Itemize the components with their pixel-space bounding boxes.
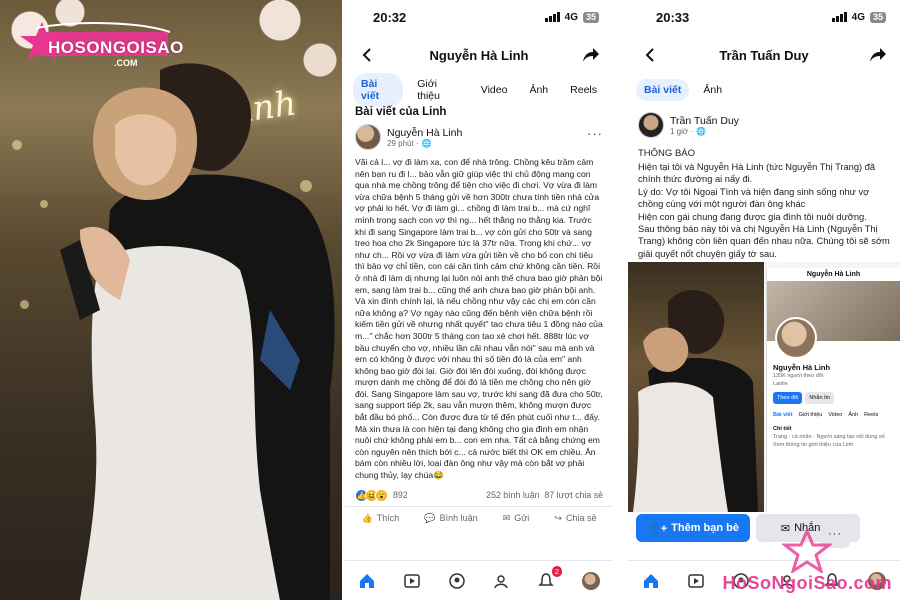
section-heading: Bài viết của Linh — [355, 106, 447, 118]
groups-icon[interactable] — [448, 572, 466, 590]
tab-posts[interactable]: Bài viết — [636, 79, 690, 101]
status-time: 20:33 — [656, 9, 690, 25]
post-author[interactable]: Trần Tuấn Duy — [670, 115, 739, 127]
star-logo-icon — [782, 529, 833, 573]
profile-header: Trần Tuấn Duy — [628, 34, 900, 76]
post-body: Vãi cả l... vợ đi làm xa, con để nhà trô… — [355, 157, 606, 481]
notifications-icon[interactable]: 2 — [537, 565, 562, 590]
wedding-photo: Anh HOSONGOISAO .COM — [0, 0, 342, 600]
reaction-bar: 👍 😆 😮 892 252 bình luận 87 lượt chia sẻ — [345, 485, 613, 506]
share-button[interactable]: ↪ Chia sẻ — [554, 513, 596, 524]
notification-badge: 2 — [551, 565, 562, 577]
globe-icon: 🌐 — [421, 138, 432, 148]
tab-video[interactable]: Video — [473, 79, 516, 101]
post-author[interactable]: Nguyễn Hà Linh — [387, 127, 462, 139]
home-icon[interactable] — [642, 572, 660, 590]
share-icon[interactable] — [868, 45, 888, 65]
wow-reaction-icon: 😮 — [375, 488, 388, 502]
home-icon[interactable] — [358, 572, 376, 590]
share-arrow-icon: ↪ — [554, 512, 562, 523]
comment-button[interactable]: 💬 Bình luận — [424, 513, 477, 524]
back-arrow-icon[interactable] — [357, 45, 377, 65]
post-image-collage[interactable]: Nguyễn Hà Linh Nguyễn Hà Linh 135K người… — [628, 262, 900, 512]
notice-heading: THÔNG BÁO — [638, 148, 696, 159]
bottom-navigation: 2 — [345, 560, 613, 600]
thumbs-up-icon: 👍 — [361, 512, 373, 523]
screenshot-title: Nguyễn Hà Linh — [806, 271, 861, 278]
tab-posts[interactable]: Bài viết — [353, 73, 404, 107]
battery-icon: 35 — [869, 11, 886, 23]
brand-logo: HOSONGOISAO .COM — [20, 18, 183, 76]
add-friend-icon: 👤+ — [647, 522, 668, 535]
post-header: Nguyễn Hà Linh 29 phút · 🌐 ··· — [345, 120, 613, 154]
screenshot-tabs: Bài viết Giới thiệu Video Ảnh Reels — [773, 412, 879, 418]
marketplace-icon[interactable] — [492, 572, 510, 590]
post-time: 29 phút · — [387, 138, 419, 148]
profile-tabs: Bài viết Ảnh — [628, 76, 900, 104]
watermark-text: HoSoNgoiSao.com — [722, 573, 892, 593]
signal-icon — [544, 12, 560, 22]
post-header: Trần Tuấn Duy 1 giờ · 🌐 — [628, 108, 900, 142]
reaction-count: 892 — [393, 490, 408, 501]
phone-screen-nguyen-ha-linh: 20:32 4G 35 Nguyễn Hà Linh Bài viết Giới… — [345, 0, 613, 600]
avatar[interactable] — [355, 124, 381, 150]
comment-icon: 💬 — [424, 512, 436, 523]
signal-icon — [831, 12, 847, 22]
screenshot-followers: 135K người theo dõi — [773, 373, 824, 379]
globe-icon: 🌐 — [696, 126, 706, 136]
screenshot-follow-button: Theo dõi — [773, 392, 803, 404]
tab-about[interactable]: Giới thiệu — [409, 73, 467, 107]
profile-title: Nguyễn Hà Linh — [429, 47, 529, 63]
screenshot-message-button: Nhắn tin — [805, 392, 834, 404]
post-actions: 👍 Thích 💬 Bình luận ✉ Gửi ↪ Chia sẻ — [345, 505, 613, 530]
post-time: 1 giờ · — [670, 126, 694, 136]
share-count[interactable]: 87 lượt chia sẻ — [544, 490, 603, 500]
profile-tabs: Bài viết Giới thiệu Video Ảnh Reels — [345, 73, 613, 107]
watermark: HoSoNgoiSao.com — [722, 529, 892, 594]
screenshot-cover — [767, 281, 900, 359]
profile-menu-icon[interactable] — [581, 571, 600, 590]
phone-screen-tran-tuan-duy: 20:33 4G 35 Trần Tuấn Duy Bài viết Ảnh T… — [628, 0, 900, 600]
post-body: Hiện tại tôi và Nguyễn Hà Linh (tức Nguy… — [638, 162, 890, 271]
network-label: 4G — [851, 11, 865, 23]
video-icon[interactable] — [403, 572, 421, 590]
profile-screenshot: Nguyễn Hà Linh Nguyễn Hà Linh 135K người… — [766, 268, 900, 512]
screenshot-detail-line: Xem thông tin giới thiệu của Linh — [773, 442, 854, 448]
status-bar: 20:32 4G 35 — [345, 0, 613, 34]
network-label: 4G — [564, 11, 578, 23]
share-icon[interactable] — [581, 45, 601, 65]
more-options-icon[interactable]: ··· — [587, 126, 603, 141]
battery-icon: 35 — [582, 11, 599, 23]
avatar[interactable] — [638, 112, 664, 138]
send-button[interactable]: ✉ Gửi — [503, 513, 530, 524]
tab-photos[interactable]: Ảnh — [521, 79, 556, 101]
status-time: 20:32 — [373, 9, 407, 25]
messenger-icon: ✉ — [502, 512, 511, 523]
back-arrow-icon[interactable] — [640, 45, 660, 65]
tab-photos[interactable]: Ảnh — [695, 79, 730, 101]
wedding-thumbnail — [628, 262, 764, 512]
screenshot-bio: Lanlie — [773, 381, 788, 387]
profile-title: Trần Tuấn Duy — [719, 47, 809, 63]
profile-header: Nguyễn Hà Linh — [345, 34, 613, 76]
video-icon[interactable] — [687, 572, 705, 590]
brand-subtext: .COM — [114, 58, 138, 68]
screenshot-detail-heading: Chi tiết — [773, 426, 792, 432]
screenshot-detail-line: Trang · cá nhân · Người sáng tạo nội dun… — [773, 434, 885, 440]
comment-count[interactable]: 252 bình luận — [486, 490, 539, 500]
brand-text: HOSONGOISAO — [48, 38, 184, 57]
bride-figure — [60, 87, 280, 600]
status-bar: 20:33 4G 35 — [628, 0, 900, 34]
screenshot-avatar — [775, 317, 817, 359]
tab-reels[interactable]: Reels — [562, 79, 605, 101]
like-button[interactable]: 👍 Thích — [362, 513, 400, 524]
